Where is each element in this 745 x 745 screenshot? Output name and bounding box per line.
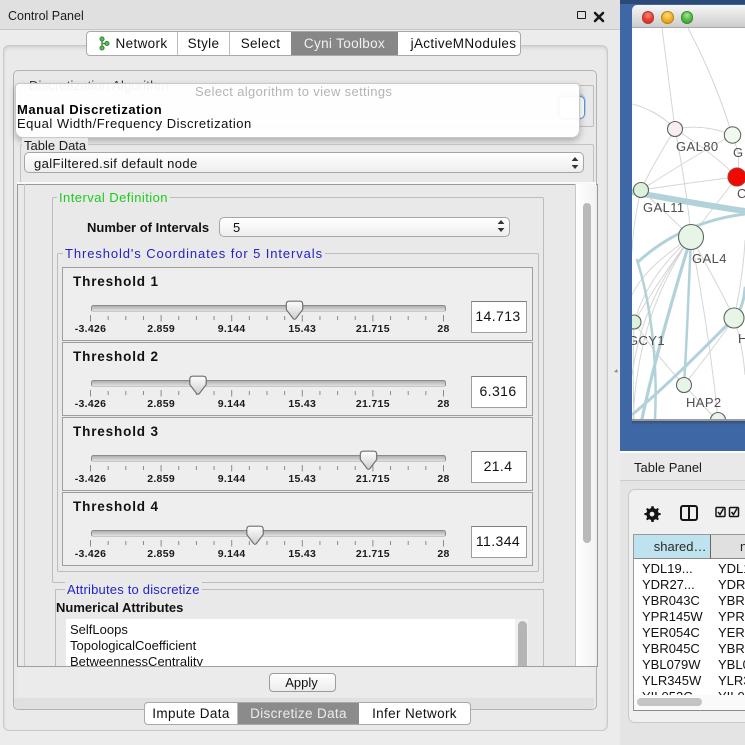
svg-text:GAL4: GAL4 [692,251,727,266]
svg-text:C: C [737,186,745,201]
svg-text:GAL11: GAL11 [643,200,685,215]
svg-text:GCY1: GCY1 [632,333,665,348]
svg-text:G: G [733,145,744,160]
svg-text:GAL80: GAL80 [676,139,718,154]
svg-text:HAP2: HAP2 [686,395,722,410]
svg-text:H: H [738,331,745,346]
